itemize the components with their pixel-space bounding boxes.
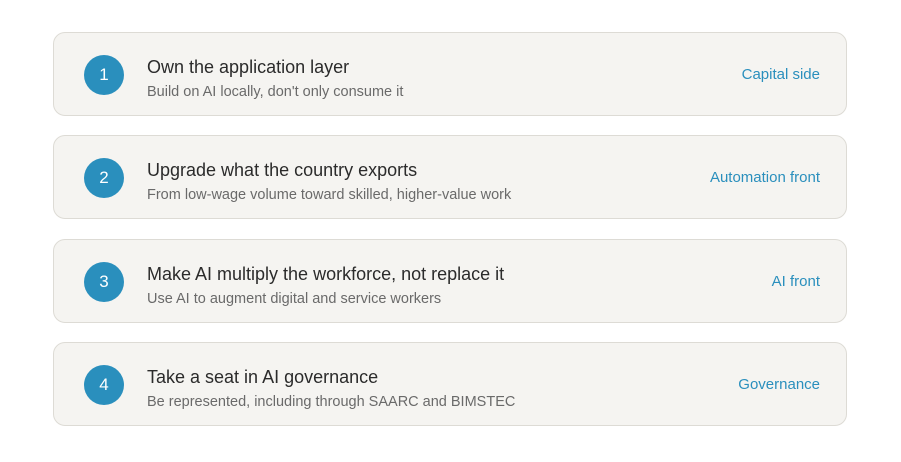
step-number-badge: 2 <box>84 158 124 198</box>
priority-subtitle: Use AI to augment digital and service wo… <box>147 291 442 307</box>
step-number-badge: 4 <box>84 365 124 405</box>
priority-title: Own the application layer <box>147 57 350 77</box>
priority-card-3: 3 Make AI multiply the workforce, not re… <box>53 239 847 323</box>
priority-list: 1 Own the application layer Build on AI … <box>0 0 901 462</box>
priority-tag: Automation front <box>709 169 820 186</box>
priority-card-1: 1 Own the application layer Build on AI … <box>53 32 847 116</box>
step-number-badge: 1 <box>84 55 124 95</box>
priority-subtitle: Build on AI locally, don't only consume … <box>147 84 404 100</box>
priority-title: Take a seat in AI governance <box>147 367 379 387</box>
priority-tag: Capital side <box>741 66 820 83</box>
priority-tag: Governance <box>738 376 820 393</box>
step-number-badge: 3 <box>84 262 124 302</box>
priority-title: Make AI multiply the workforce, not repl… <box>147 264 505 284</box>
priority-card-2: 2 Upgrade what the country exports From … <box>53 135 847 219</box>
priority-subtitle: Be represented, including through SAARC … <box>147 394 516 410</box>
priority-tag: AI front <box>771 273 820 290</box>
priority-subtitle: From low-wage volume toward skilled, hig… <box>147 187 512 203</box>
priority-card-4: 4 Take a seat in AI governance Be repres… <box>53 342 847 426</box>
priority-title: Upgrade what the country exports <box>147 160 418 180</box>
